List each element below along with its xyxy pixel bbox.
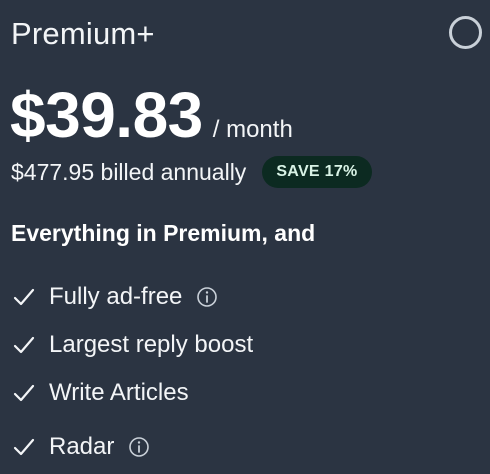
feature-label: Write Articles	[49, 379, 189, 406]
billing-info: $477.95 billed annually	[11, 158, 247, 185]
features-list: Fully ad-free Largest reply boost Write …	[11, 273, 253, 471]
features-title: Everything in Premium, and	[11, 220, 316, 246]
feature-label: Largest reply boost	[49, 331, 254, 358]
plan-select-radio[interactable]	[449, 16, 482, 49]
billing-row: $477.95 billed annually SAVE 17%	[11, 156, 372, 188]
plan-price: $39.83	[10, 79, 203, 151]
price-row: $39.83 / month	[10, 78, 293, 152]
feature-label: Radar	[49, 433, 115, 460]
check-icon	[11, 332, 37, 358]
check-icon	[11, 434, 37, 460]
info-icon[interactable]	[128, 436, 150, 458]
feature-item: Radar	[11, 423, 253, 471]
feature-label: Fully ad-free	[49, 283, 183, 310]
check-icon	[11, 284, 37, 310]
feature-item: Write Articles	[11, 369, 253, 417]
info-icon[interactable]	[196, 286, 218, 308]
save-badge: SAVE 17%	[262, 156, 372, 188]
price-period: / month	[212, 116, 293, 143]
feature-item: Largest reply boost	[11, 321, 253, 369]
plan-name: Premium+	[11, 16, 155, 51]
feature-item: Fully ad-free	[11, 273, 253, 321]
premium-plus-plan-card[interactable]: Premium+ $39.83 / month $477.95 billed a…	[0, 0, 490, 474]
check-icon	[11, 380, 37, 406]
